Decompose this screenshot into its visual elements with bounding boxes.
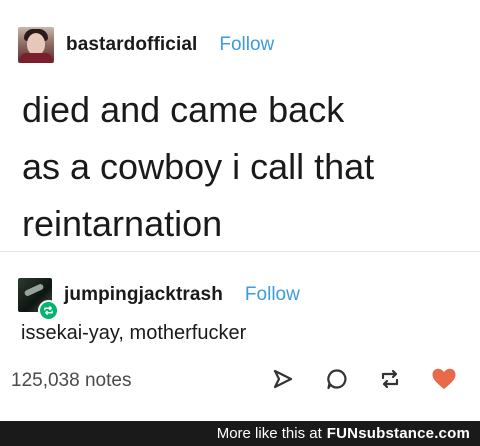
reblog-follow-button[interactable]: Follow <box>245 284 300 306</box>
notes-count[interactable]: 125,038 notes <box>11 370 131 392</box>
op-line-1: died and came back <box>22 89 345 130</box>
op-line-2: as a cowboy i call that <box>22 146 375 187</box>
divider <box>0 251 480 252</box>
share-icon[interactable] <box>271 367 295 391</box>
watermark-brand[interactable]: FUNsubstance.com <box>327 425 470 442</box>
op-line-3: reintarnation <box>22 203 223 244</box>
reblog-avatar[interactable] <box>18 278 59 321</box>
op-post-text: died and came back as a cowboy i call th… <box>22 81 462 252</box>
reblog-username[interactable]: jumpingjacktrash <box>64 284 223 306</box>
watermark-text: More like this at <box>216 425 322 442</box>
reblog-comment: issekai-yay, motherfucker <box>21 322 247 344</box>
reblog-header: jumpingjacktrash Follow <box>18 278 300 321</box>
op-follow-button[interactable]: Follow <box>219 34 274 56</box>
avatar-face <box>27 33 45 55</box>
watermark-bar: More like this at FUNsubstance.com <box>0 421 480 446</box>
reblog-badge-icon <box>38 300 59 321</box>
avatar[interactable] <box>18 27 54 63</box>
avatar-art <box>23 283 45 297</box>
avatar-shirt <box>20 53 52 63</box>
op-header: bastardofficial Follow <box>18 27 274 63</box>
reply-icon[interactable] <box>325 367 349 391</box>
reblog-icon[interactable] <box>378 367 402 391</box>
like-icon[interactable] <box>431 367 456 391</box>
op-username[interactable]: bastardofficial <box>66 34 197 56</box>
tumblr-post: bastardofficial Follow died and came bac… <box>0 0 480 446</box>
